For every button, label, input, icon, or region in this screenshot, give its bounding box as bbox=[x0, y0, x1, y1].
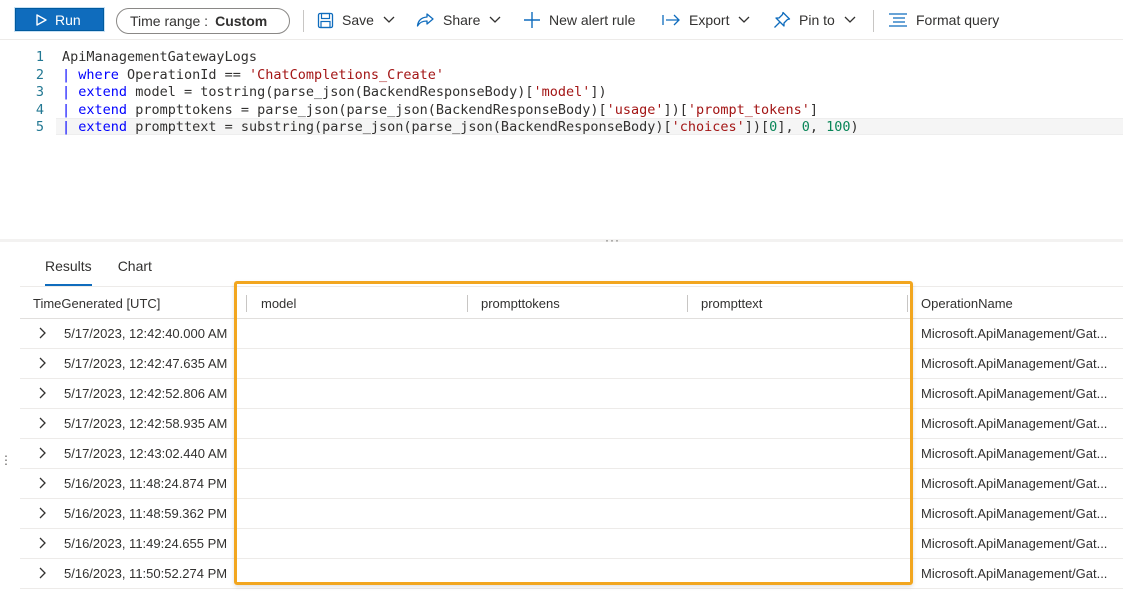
share-label: Share bbox=[443, 12, 481, 28]
cell-time: 5/17/2023, 12:42:58.935 AM bbox=[64, 416, 228, 431]
code-line-1: ApiManagementGatewayLogs bbox=[62, 49, 258, 65]
format-query-label: Format query bbox=[916, 12, 1000, 28]
cell-operation: Microsoft.ApiManagement/Gat... bbox=[921, 416, 1108, 431]
cell-time: 5/17/2023, 12:43:02.440 AM bbox=[64, 446, 228, 461]
tab-chart[interactable]: Chart bbox=[118, 256, 152, 286]
table-row[interactable]: 5/16/2023, 11:50:52.274 PM Microsoft.Api… bbox=[20, 559, 1123, 589]
column-divider[interactable] bbox=[467, 295, 468, 312]
plus-icon bbox=[524, 12, 540, 28]
time-range-label: Time range : bbox=[130, 13, 209, 29]
chevron-down-icon bbox=[489, 16, 501, 23]
table-row[interactable]: 5/16/2023, 11:48:24.874 PM Microsoft.Api… bbox=[20, 469, 1123, 499]
line-number: 5 bbox=[35, 119, 44, 135]
table-row[interactable]: 5/17/2023, 12:42:40.000 AM Microsoft.Api… bbox=[20, 319, 1123, 349]
cell-time: 5/16/2023, 11:48:24.874 PM bbox=[64, 476, 228, 491]
time-range-picker[interactable]: Time range : Custom bbox=[116, 8, 290, 34]
results-tabs: Results Chart bbox=[33, 256, 152, 286]
cell-time: 5/17/2023, 12:42:52.806 AM bbox=[64, 386, 228, 401]
cell-operation: Microsoft.ApiManagement/Gat... bbox=[921, 446, 1108, 461]
column-divider[interactable] bbox=[246, 295, 247, 312]
cell-operation: Microsoft.ApiManagement/Gat... bbox=[921, 506, 1108, 521]
cell-time: 5/16/2023, 11:50:52.274 PM bbox=[64, 566, 228, 581]
column-header-prompttext[interactable]: prompttext bbox=[701, 296, 762, 311]
cell-operation: Microsoft.ApiManagement/Gat... bbox=[921, 566, 1108, 581]
line-number: 3 bbox=[35, 84, 44, 100]
tab-results[interactable]: Results bbox=[45, 256, 92, 286]
time-range-value: Custom bbox=[215, 13, 268, 29]
column-divider[interactable] bbox=[687, 295, 688, 312]
export-label: Export bbox=[689, 12, 730, 28]
chevron-right-icon[interactable] bbox=[37, 535, 49, 551]
chevron-right-icon[interactable] bbox=[37, 415, 49, 431]
run-label: Run bbox=[55, 11, 81, 28]
pin-to-button[interactable]: Pin to bbox=[773, 9, 856, 31]
table-header: TimeGenerated [UTC] model prompttokens p… bbox=[20, 286, 1123, 319]
table-row[interactable]: 5/16/2023, 11:48:59.362 PM Microsoft.Api… bbox=[20, 499, 1123, 529]
column-header-operationname[interactable]: OperationName bbox=[921, 296, 1013, 311]
table-row[interactable]: 5/17/2023, 12:43:02.440 AM Microsoft.Api… bbox=[20, 439, 1123, 469]
column-header-prompttokens[interactable]: prompttokens bbox=[481, 296, 560, 311]
query-toolbar: Run Time range : Custom Save Share New a… bbox=[0, 0, 1123, 40]
new-alert-rule-button[interactable]: New alert rule bbox=[523, 9, 635, 31]
chevron-right-icon[interactable] bbox=[37, 355, 49, 371]
save-icon bbox=[317, 12, 334, 28]
chevron-right-icon[interactable] bbox=[37, 445, 49, 461]
column-divider[interactable] bbox=[236, 295, 237, 312]
code-line-4: | extend prompttokens = parse_json(parse… bbox=[62, 101, 818, 118]
cell-time: 5/17/2023, 12:42:40.000 AM bbox=[64, 326, 228, 341]
column-divider[interactable] bbox=[907, 295, 908, 312]
chevron-right-icon[interactable] bbox=[37, 475, 49, 491]
line-number: 2 bbox=[35, 66, 44, 83]
chevron-right-icon[interactable] bbox=[37, 565, 49, 581]
cell-operation: Microsoft.ApiManagement/Gat... bbox=[921, 386, 1108, 401]
share-icon bbox=[416, 12, 434, 27]
run-icon bbox=[36, 13, 47, 26]
pin-icon bbox=[774, 11, 791, 28]
cell-time: 5/17/2023, 12:42:47.635 AM bbox=[64, 356, 228, 371]
cell-time: 5/16/2023, 11:48:59.362 PM bbox=[64, 506, 228, 521]
chevron-right-icon[interactable] bbox=[37, 385, 49, 401]
chevron-right-icon[interactable] bbox=[37, 505, 49, 521]
code-line-2: | where OperationId == 'ChatCompletions_… bbox=[62, 66, 445, 83]
toolbar-divider bbox=[303, 10, 304, 32]
export-icon bbox=[662, 14, 680, 26]
new-alert-rule-label: New alert rule bbox=[549, 12, 636, 28]
share-button[interactable]: Share bbox=[416, 9, 501, 31]
splitter-grip-icon[interactable]: ··· bbox=[605, 233, 620, 247]
column-header-model[interactable]: model bbox=[261, 296, 296, 311]
chevron-down-icon bbox=[383, 16, 395, 23]
pin-to-label: Pin to bbox=[799, 12, 835, 28]
cell-operation: Microsoft.ApiManagement/Gat... bbox=[921, 536, 1108, 551]
cell-operation: Microsoft.ApiManagement/Gat... bbox=[921, 356, 1108, 371]
line-number: 1 bbox=[35, 49, 44, 65]
save-button[interactable]: Save bbox=[317, 9, 395, 31]
cell-operation: Microsoft.ApiManagement/Gat... bbox=[921, 476, 1108, 491]
format-query-button[interactable]: Format query bbox=[888, 9, 999, 31]
code-line-3: | extend model = tostring(parse_json(Bac… bbox=[62, 84, 607, 100]
chevron-down-icon bbox=[844, 16, 856, 23]
run-button[interactable]: Run bbox=[14, 7, 105, 32]
cell-time: 5/16/2023, 11:49:24.655 PM bbox=[64, 536, 228, 551]
table-row[interactable]: 5/17/2023, 12:42:47.635 AM Microsoft.Api… bbox=[20, 349, 1123, 379]
pane-splitter[interactable] bbox=[0, 239, 1123, 242]
toolbar-divider bbox=[873, 10, 874, 32]
save-label: Save bbox=[342, 12, 374, 28]
query-editor[interactable]: 1 2 3 4 5 ApiManagementGatewayLogs | whe… bbox=[0, 41, 1123, 239]
chevron-right-icon[interactable] bbox=[37, 325, 49, 341]
column-header-timegenerated[interactable]: TimeGenerated [UTC] bbox=[33, 296, 160, 311]
table-row[interactable]: 5/16/2023, 11:49:24.655 PM Microsoft.Api… bbox=[20, 529, 1123, 559]
chevron-down-icon bbox=[739, 16, 750, 23]
table-row[interactable]: 5/17/2023, 12:42:52.806 AM Microsoft.Api… bbox=[20, 379, 1123, 409]
table-row[interactable]: 5/17/2023, 12:42:58.935 AM Microsoft.Api… bbox=[20, 409, 1123, 439]
line-number: 4 bbox=[35, 101, 44, 118]
code-line-5: | extend prompttext = substring(parse_js… bbox=[62, 119, 859, 135]
panel-resize-grip-icon[interactable]: ⋮ bbox=[0, 454, 12, 466]
format-icon bbox=[889, 13, 907, 27]
cell-operation: Microsoft.ApiManagement/Gat... bbox=[921, 326, 1108, 341]
export-button[interactable]: Export bbox=[662, 9, 750, 31]
